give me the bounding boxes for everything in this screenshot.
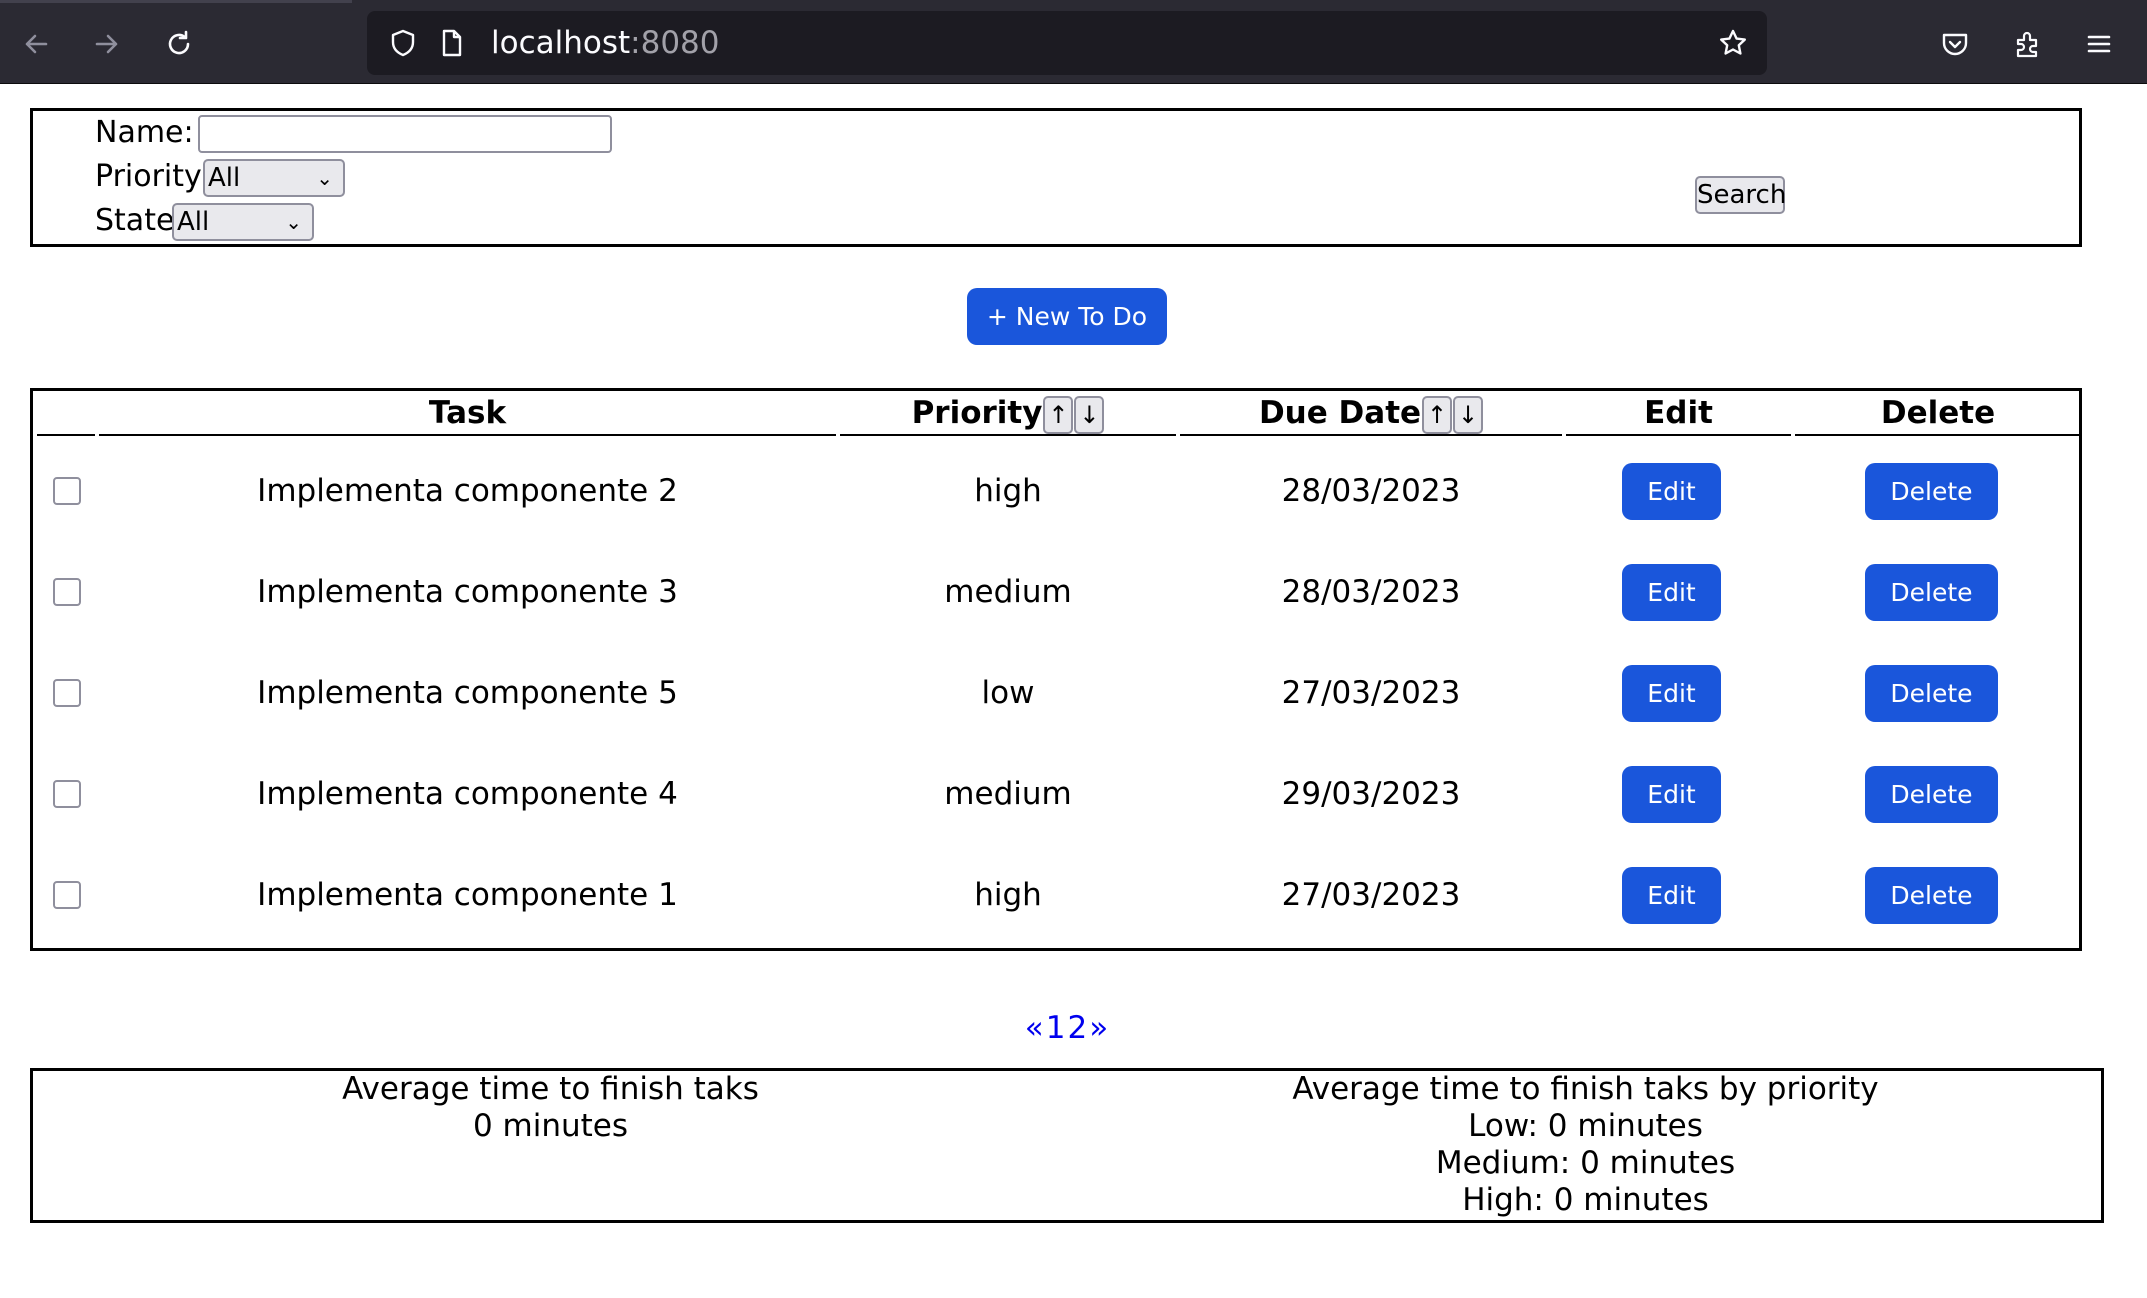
task-due-date: 28/03/2023 bbox=[1281, 473, 1461, 509]
task-name: Implementa componente 2 bbox=[257, 473, 678, 509]
avg-low-value: Low: 0 minutes bbox=[1468, 1108, 1703, 1144]
state-select[interactable]: All ⌄ bbox=[172, 203, 314, 241]
table-row: Implementa componente 4 medium 29/03/202… bbox=[33, 744, 2079, 845]
arrow-left-icon bbox=[25, 34, 48, 54]
task-name: Implementa componente 3 bbox=[257, 574, 678, 610]
table-row: Implementa componente 1 high 27/03/2023 … bbox=[33, 845, 2079, 946]
sort-priority-desc-button[interactable]: ↓ bbox=[1074, 395, 1105, 434]
task-priority: low bbox=[981, 675, 1035, 711]
filter-panel: Name: Priority All ⌄ State All ⌄ Search bbox=[30, 108, 2082, 247]
table-row: Implementa componente 3 medium 28/03/202… bbox=[33, 542, 2079, 643]
forward-button[interactable] bbox=[85, 22, 129, 66]
tasks-table: Task Priority ↑ ↓ Due Date ↑ ↓ Edit Delete I… bbox=[30, 388, 2082, 951]
chevron-down-icon: ⌄ bbox=[285, 210, 302, 234]
sort-date-asc-button[interactable]: ↑ bbox=[1422, 395, 1453, 434]
row-checkbox[interactable] bbox=[53, 477, 81, 505]
edit-button[interactable]: Edit bbox=[1622, 564, 1721, 621]
avg-time-title: Average time to finish taks bbox=[342, 1071, 759, 1107]
state-label: State bbox=[95, 203, 175, 238]
header-due-date: Due Date ↑ ↓ bbox=[1180, 391, 1562, 436]
page-icon bbox=[429, 21, 473, 65]
bookmark-star-icon[interactable] bbox=[1711, 21, 1755, 65]
header-edit: Edit bbox=[1566, 391, 1791, 436]
avg-time-by-priority-section: Average time to finish taks by priority … bbox=[1068, 1071, 2103, 1219]
shield-icon[interactable] bbox=[381, 21, 425, 65]
pagination: «12» bbox=[1000, 1010, 1135, 1046]
reload-icon bbox=[168, 30, 190, 55]
sort-date-desc-button[interactable]: ↓ bbox=[1453, 395, 1484, 434]
avg-high-value: High: 0 minutes bbox=[1462, 1182, 1709, 1218]
sort-priority-asc-button[interactable]: ↑ bbox=[1043, 395, 1074, 434]
priority-label: Priority bbox=[95, 159, 202, 194]
row-checkbox[interactable] bbox=[53, 881, 81, 909]
browser-toolbar: localhost:8080 bbox=[0, 0, 2147, 84]
edit-button[interactable]: Edit bbox=[1622, 766, 1721, 823]
back-button[interactable] bbox=[14, 22, 58, 66]
avg-medium-value: Medium: 0 minutes bbox=[1435, 1145, 1736, 1181]
url-text[interactable]: localhost:8080 bbox=[491, 11, 720, 75]
edit-button[interactable]: Edit bbox=[1622, 463, 1721, 520]
delete-button[interactable]: Delete bbox=[1865, 665, 1998, 722]
task-name: Implementa componente 4 bbox=[257, 776, 678, 812]
pagination-next-link[interactable]: » bbox=[1089, 1010, 1110, 1046]
arrow-right-icon bbox=[95, 34, 118, 54]
delete-button[interactable]: Delete bbox=[1865, 463, 1998, 520]
delete-button[interactable]: Delete bbox=[1865, 766, 1998, 823]
row-checkbox[interactable] bbox=[53, 578, 81, 606]
header-task: Task bbox=[99, 391, 836, 436]
chevron-down-icon: ⌄ bbox=[316, 166, 333, 190]
tab-strip-edge bbox=[0, 0, 352, 3]
header-priority-label: Priority bbox=[911, 395, 1043, 431]
pagination-page-2[interactable]: 2 bbox=[1068, 1010, 1090, 1046]
row-checkbox[interactable] bbox=[53, 679, 81, 707]
header-due-date-label: Due Date bbox=[1258, 395, 1422, 431]
header-select bbox=[37, 391, 95, 436]
task-due-date: 29/03/2023 bbox=[1281, 776, 1461, 812]
priority-select[interactable]: All ⌄ bbox=[203, 159, 345, 197]
edit-button[interactable]: Edit bbox=[1622, 867, 1721, 924]
avg-time-section: Average time to finish taks 0 minutes bbox=[33, 1071, 1068, 1145]
priority-select-value: All bbox=[208, 163, 241, 193]
avg-time-value: 0 minutes bbox=[472, 1108, 629, 1144]
task-name: Implementa componente 1 bbox=[257, 877, 678, 913]
delete-button[interactable]: Delete bbox=[1865, 564, 1998, 621]
task-name: Implementa componente 5 bbox=[257, 675, 678, 711]
pagination-page-1[interactable]: 1 bbox=[1046, 1010, 1068, 1046]
extensions-icon[interactable] bbox=[2006, 22, 2050, 66]
pagination-prev-link[interactable]: « bbox=[1025, 1010, 1046, 1046]
edit-button[interactable]: Edit bbox=[1622, 665, 1721, 722]
name-label: Name: bbox=[95, 115, 194, 150]
avg-by-priority-title: Average time to finish taks by priority bbox=[1292, 1071, 1879, 1107]
url-bar[interactable]: localhost:8080 bbox=[367, 11, 1767, 75]
delete-button[interactable]: Delete bbox=[1865, 867, 1998, 924]
task-priority: medium bbox=[944, 776, 1072, 812]
pocket-icon[interactable] bbox=[1933, 22, 1977, 66]
stats-panel: Average time to finish taks 0 minutes Av… bbox=[30, 1068, 2104, 1223]
new-todo-button[interactable]: + New To Do bbox=[967, 288, 1167, 345]
name-input[interactable] bbox=[198, 115, 612, 153]
task-priority: high bbox=[974, 877, 1042, 913]
task-due-date: 28/03/2023 bbox=[1281, 574, 1461, 610]
header-delete: Delete bbox=[1795, 391, 2081, 436]
task-priority: medium bbox=[944, 574, 1072, 610]
menu-icon[interactable] bbox=[2077, 22, 2121, 66]
page-content: Name: Priority All ⌄ State All ⌄ Search … bbox=[0, 85, 2147, 1298]
row-checkbox[interactable] bbox=[53, 780, 81, 808]
search-button[interactable]: Search bbox=[1695, 176, 1786, 214]
table-row: Implementa componente 5 low 27/03/2023 E… bbox=[33, 643, 2079, 744]
table-row: Implementa componente 2 high 28/03/2023 … bbox=[33, 441, 2079, 542]
header-priority: Priority ↑ ↓ bbox=[840, 391, 1176, 436]
state-select-value: All bbox=[177, 207, 210, 237]
task-due-date: 27/03/2023 bbox=[1281, 877, 1461, 913]
reload-button[interactable] bbox=[157, 22, 201, 66]
task-priority: high bbox=[974, 473, 1042, 509]
task-due-date: 27/03/2023 bbox=[1281, 675, 1461, 711]
